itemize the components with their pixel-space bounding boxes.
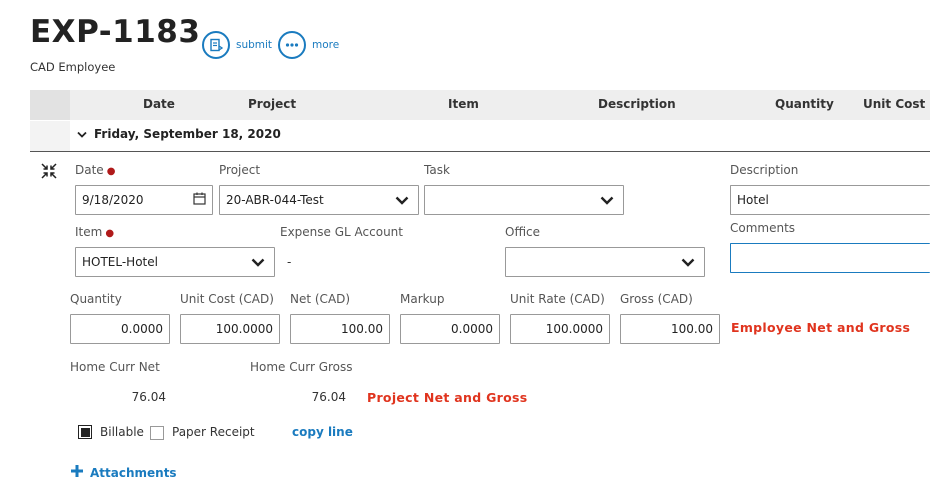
chevron-down-icon (248, 252, 268, 272)
attachments-label: Attachments (90, 465, 177, 480)
submit-button[interactable]: submit (202, 31, 272, 59)
comments-label: Comments (730, 221, 796, 235)
plus-icon (70, 464, 84, 481)
chevron-down-icon (392, 190, 412, 210)
billable-checkbox[interactable] (78, 425, 92, 439)
submit-icon (202, 31, 230, 59)
task-select[interactable] (424, 185, 624, 215)
quantity-field[interactable]: 0.0000 (70, 314, 170, 344)
unit-cost-label: Unit Cost (CAD) (180, 292, 274, 306)
net-field[interactable]: 100.00 (290, 314, 390, 344)
project-annotation: Project Net and Gross (367, 390, 528, 405)
chevron-down-icon (597, 190, 617, 210)
markup-field[interactable]: 0.0000 (400, 314, 500, 344)
required-marker: ● (105, 228, 115, 239)
copy-line-link[interactable]: copy line (292, 425, 353, 439)
project-select[interactable]: 20-ABR-044-Test (219, 185, 419, 215)
gross-label: Gross (CAD) (620, 292, 693, 306)
more-label: more (312, 39, 340, 51)
home-gross-label: Home Curr Gross (250, 360, 353, 374)
expense-gl-value: - (287, 255, 292, 269)
office-select[interactable] (505, 247, 705, 277)
expense-gl-label: Expense GL Account (280, 225, 403, 239)
column-header-date[interactable]: Date (143, 97, 175, 111)
home-net-label: Home Curr Net (70, 360, 160, 374)
chevron-down-icon[interactable] (77, 128, 87, 142)
date-group-label[interactable]: Friday, September 18, 2020 (94, 127, 281, 141)
quantity-label: Quantity (70, 292, 122, 306)
task-label: Task (424, 163, 450, 177)
item-label: Item ● (75, 225, 115, 239)
group-gutter (30, 121, 70, 151)
chevron-down-icon (678, 252, 698, 272)
net-label: Net (CAD) (290, 292, 351, 306)
gross-field[interactable]: 100.00 (620, 314, 720, 344)
column-header-quantity[interactable]: Quantity (775, 97, 834, 111)
project-label: Project (219, 163, 261, 177)
markup-label: Markup (400, 292, 445, 306)
column-header-gutter (30, 90, 70, 120)
description-value: Hotel (737, 193, 769, 207)
date-label: Date ● (75, 163, 116, 177)
page-title: EXP-1183 (30, 14, 201, 50)
comments-field[interactable] (730, 243, 930, 273)
unit-rate-field[interactable]: 100.0000 (510, 314, 610, 344)
office-label: Office (505, 225, 541, 239)
home-gross-value: 76.04 (311, 390, 346, 404)
date-value: 9/18/2020 (82, 193, 144, 207)
home-net-value: 76.04 (131, 390, 166, 404)
more-icon (278, 31, 306, 59)
more-button[interactable]: more (278, 31, 339, 59)
date-field[interactable]: 9/18/2020 (75, 185, 213, 215)
paper-receipt-label: Paper Receipt (172, 425, 255, 439)
billable-label: Billable (100, 425, 144, 439)
item-select[interactable]: HOTEL-Hotel (75, 247, 275, 277)
unit-cost-field[interactable]: 100.0000 (180, 314, 280, 344)
description-label: Description (730, 163, 799, 177)
column-header-unit-cost[interactable]: Unit Cost (863, 97, 925, 111)
project-value: 20-ABR-044-Test (226, 193, 324, 207)
attachments-button[interactable]: Attachments (70, 464, 177, 481)
required-marker: ● (106, 166, 116, 177)
employee-annotation: Employee Net and Gross (731, 320, 911, 335)
item-value: HOTEL-Hotel (82, 255, 158, 269)
description-field[interactable]: Hotel (730, 185, 930, 215)
column-header-description[interactable]: Description (598, 97, 676, 111)
submit-label: submit (236, 39, 273, 51)
calendar-icon[interactable] (193, 192, 206, 208)
paper-receipt-checkbox[interactable] (150, 426, 164, 440)
column-header-item[interactable]: Item (448, 97, 479, 111)
collapse-icon[interactable] (41, 163, 57, 182)
unit-rate-label: Unit Rate (CAD) (510, 292, 605, 306)
page-subtitle: CAD Employee (30, 60, 116, 74)
column-header-project[interactable]: Project (248, 97, 296, 111)
